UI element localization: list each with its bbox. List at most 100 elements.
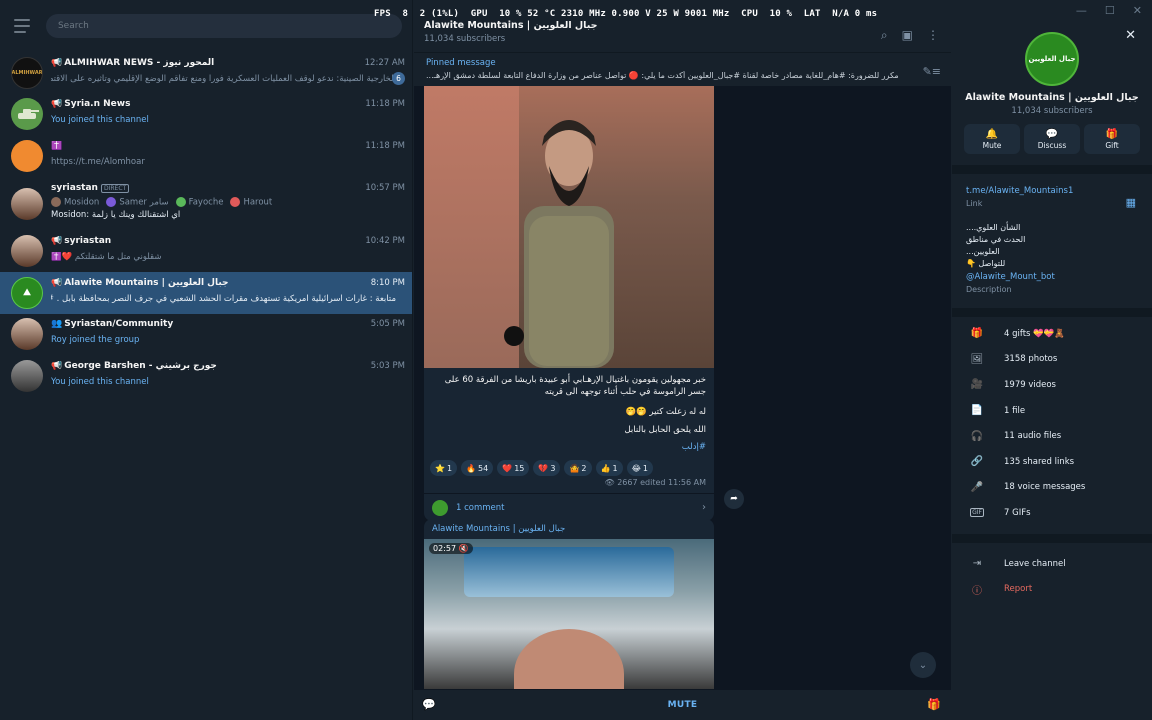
- photos-item[interactable]: 🖼 3158 photos: [952, 347, 1152, 373]
- photo-icon: 🖼: [970, 353, 984, 365]
- participant-name: Mosidon: [64, 197, 100, 207]
- mute-action-button[interactable]: 🔔 Mute: [964, 124, 1020, 154]
- person-image: [504, 120, 614, 368]
- reaction-shrug[interactable]: 🤷 2: [564, 460, 592, 476]
- chat-last-message: Mosidon: اي اشتقنالك وينك يا زلمة: [51, 210, 181, 220]
- avatar: ⛰: [11, 276, 43, 309]
- laugh-icon: 😂: [631, 463, 641, 473]
- avatar: [11, 318, 43, 351]
- chat-item-almihwar[interactable]: ALMIHWAR 📢 ALMIHWAR NEWS - المحور نيوز ال…: [0, 52, 412, 94]
- reaction-star[interactable]: ⭐ 1: [430, 460, 458, 476]
- window-controls: — ☐ ✕: [1076, 4, 1142, 17]
- alert-icon: ⓘ: [972, 585, 982, 597]
- pinned-message-bar[interactable]: Pinned message مكرر للضرورة: #هام_للغاية…: [414, 52, 951, 86]
- discuss-action-button[interactable]: 💬 Discuss: [1024, 124, 1080, 154]
- menu-icon[interactable]: [14, 19, 32, 33]
- post-photo[interactable]: [424, 86, 714, 368]
- bot-link[interactable]: @Alawite_Mount_bot: [966, 272, 1138, 282]
- gift-icon[interactable]: 🎁: [927, 698, 941, 711]
- conversation-footer: 💬 MUTE 🎁: [414, 690, 951, 720]
- avatar-logo-text: ALMIHWAR: [11, 69, 43, 76]
- voice-item[interactable]: 🎤 18 voice messages: [952, 475, 1152, 501]
- participant-name: Fayoche: [188, 197, 224, 207]
- avatar: [11, 98, 43, 131]
- close-icon[interactable]: ✕: [1125, 28, 1136, 43]
- mute-button[interactable]: MUTE: [668, 700, 698, 710]
- search-icon[interactable]: ⌕: [881, 28, 888, 43]
- avatar: [51, 196, 61, 207]
- post-hashtag[interactable]: #إدلب: [424, 436, 714, 452]
- reaction-broken-heart[interactable]: 💔 3: [533, 460, 561, 476]
- comments-count: 1 comment: [456, 502, 505, 513]
- chat-title: syriastan: [64, 236, 112, 247]
- share-icon[interactable]: ➦: [724, 489, 744, 509]
- post-video[interactable]: 02:57 🔇: [424, 539, 714, 689]
- chat-item-syriastan-direct[interactable]: syriastan DIRECT Mosidon Samer سامر Fayoc…: [0, 177, 412, 231]
- pin-list-icon[interactable]: ✎≡: [923, 65, 941, 78]
- videos-item[interactable]: 🎥 1979 videos: [952, 372, 1152, 398]
- report-button[interactable]: ⓘ Report: [952, 576, 1152, 602]
- more-icon[interactable]: ⋮: [927, 28, 939, 43]
- unread-badge: 6: [392, 71, 405, 85]
- avatar: ALMIHWAR: [11, 56, 43, 89]
- avatar: [230, 196, 241, 207]
- avatar-logo-mountain: ⛰: [23, 287, 31, 298]
- gift-action-button[interactable]: 🎁 Gift: [1084, 124, 1140, 154]
- chat-last-message: You joined this channel: [51, 376, 149, 387]
- avatar: [432, 499, 448, 516]
- participants-row: Mosidon Samer سامر Fayoche Harout: [51, 196, 412, 207]
- chat-title: ALMIHWAR NEWS - المحور نيوز: [64, 57, 215, 68]
- search-input[interactable]: Search: [45, 14, 402, 38]
- reaction-laugh[interactable]: 😂 1: [626, 460, 654, 476]
- post-author[interactable]: Alawite Mountains | جبال العلويين: [424, 519, 714, 539]
- leave-channel-button[interactable]: ⇥ Leave channel: [952, 551, 1152, 577]
- channel-post: خبر مجهولين يقومون باغتيال الإرهـابي أبو…: [424, 86, 714, 521]
- chat-time: 12:27 AM: [364, 57, 405, 68]
- discuss-icon[interactable]: 💬: [422, 698, 436, 711]
- files-item[interactable]: 📄 1 file: [952, 398, 1152, 424]
- chat-item-george-barshen[interactable]: 📢 George Barshen - جورج برشيني You joined…: [0, 355, 412, 397]
- profile-name: Alawite Mountains | جبال العلويين: [965, 92, 1139, 103]
- reaction-heart[interactable]: ❤️ 15: [497, 460, 530, 476]
- gif-icon: GIF: [970, 508, 984, 518]
- channel-icon: 📢: [51, 99, 63, 110]
- minimize-icon[interactable]: —: [1076, 4, 1087, 17]
- avatar-logo-text: جبال العلويين: [1028, 55, 1076, 63]
- chat-time: 10:57 PM: [365, 182, 405, 193]
- post-text-1: خبر مجهولين يقومون باغتيال الإرهـابي أبو…: [444, 375, 706, 397]
- close-window-icon[interactable]: ✕: [1133, 4, 1142, 17]
- microphone-icon: 🎤: [970, 481, 984, 493]
- chat-item-syrian-news[interactable]: 📢 Syria.n News You joined this channel 11…: [0, 94, 412, 136]
- gifs-item[interactable]: GIF 7 GIFs: [952, 500, 1152, 526]
- maximize-icon[interactable]: ☐: [1105, 4, 1115, 17]
- comments-button[interactable]: 1 comment ›: [424, 493, 714, 521]
- chat-item-syriastan-community[interactable]: 👥 Syriastan/Community Roy joined the grou…: [0, 314, 412, 356]
- audio-item[interactable]: 🎧 11 audio files: [952, 423, 1152, 449]
- avatar: [11, 359, 43, 392]
- gifts-item[interactable]: 🎁 4 gifts 💝💝🧸: [952, 321, 1152, 347]
- telegram-window: FPS 8 2 (1%L) GPU 10 % 52 °C 2310 MHz 0.…: [0, 0, 1152, 720]
- chat-item-alawite-mountains[interactable]: ⛰ 📢 Alawite Mountains | جبال العلويين متا…: [0, 272, 412, 314]
- links-item[interactable]: 🔗 135 shared links: [952, 449, 1152, 475]
- chat-last-message: https://t.me/Alomhoar: [51, 156, 145, 167]
- fps-value: 8: [402, 9, 409, 19]
- chat-bubble-icon: 💬: [1045, 128, 1059, 140]
- sidebar-toggle-icon[interactable]: ▣: [902, 28, 913, 43]
- chat-title: syriastan: [51, 182, 98, 193]
- qr-code-icon[interactable]: ▦: [1126, 196, 1136, 209]
- cpu-value: 10 %: [769, 9, 793, 19]
- chat-item-syriastan[interactable]: 📢 syriastan ✝️❤️ شقلوني متل ما شتقلتكم 10…: [0, 231, 412, 273]
- chat-item-cross[interactable]: ✝️ https://t.me/Alomhoar 11:18 PM: [0, 135, 412, 177]
- profile-subscribers: 11,034 subscribers: [1011, 106, 1093, 116]
- avatar: [11, 139, 43, 172]
- reaction-fire[interactable]: 🔥 54: [461, 460, 494, 476]
- avatar: [175, 196, 186, 207]
- conversation-header[interactable]: Alawite Mountains | جبال العلويين 11,034…: [414, 0, 951, 52]
- reaction-thumbs-up[interactable]: 👍 1: [595, 460, 623, 476]
- pinned-text: مكرر للضرورة: #هام_للغاية مصادر خاصة لقن…: [426, 71, 899, 80]
- scroll-down-button[interactable]: ⌄: [910, 652, 936, 678]
- edited-time: edited 11:56 AM: [640, 478, 706, 487]
- avatar: [11, 235, 43, 268]
- channel-link[interactable]: t.me/Alawite_Mountains1: [966, 186, 1138, 196]
- avatar[interactable]: جبال العلويين: [1025, 32, 1079, 86]
